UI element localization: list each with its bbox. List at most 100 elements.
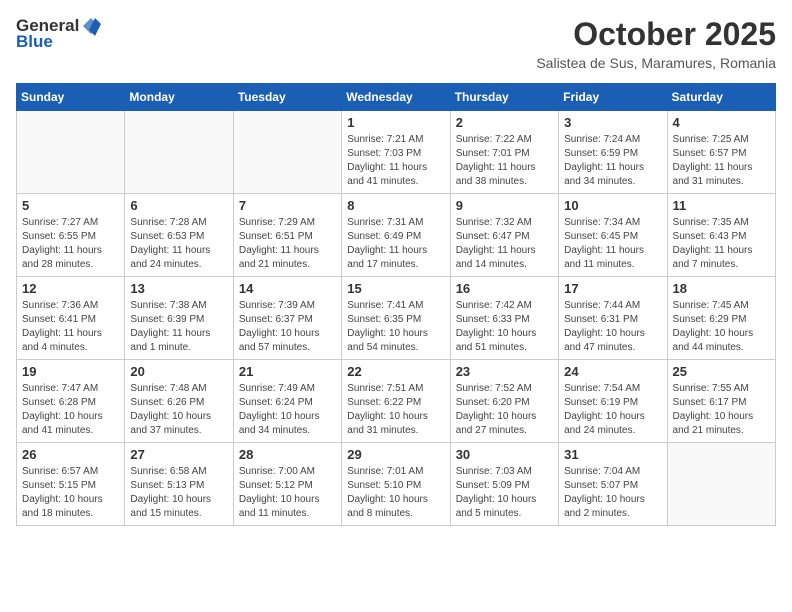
day-number: 28: [239, 447, 336, 462]
calendar-week-row: 26Sunrise: 6:57 AM Sunset: 5:15 PM Dayli…: [17, 443, 776, 526]
calendar-week-row: 5 Sunrise: 7:27 AM Sunset: 6:55 PM Daylig…: [17, 194, 776, 277]
day-number: 16: [456, 281, 553, 296]
day-info: Sunrise: 7:32 AM Sunset: 6:47 PM Dayligh…: [456, 216, 553, 272]
calendar-cell: 2 Sunrise: 7:22 AM Sunset: 7:01 PM Daylig…: [450, 111, 558, 194]
day-info: Sunrise: 7:49 AM Sunset: 6:24 PM Dayligh…: [239, 382, 336, 438]
day-number: 5: [22, 198, 119, 213]
calendar-table: SundayMondayTuesdayWednesdayThursdayFrid…: [16, 83, 776, 526]
calendar-cell: 13 Sunrise: 7:38 AM Sunset: 6:39 PM Dayli…: [125, 277, 233, 360]
logo-icon: [81, 16, 101, 36]
day-info: Sunrise: 7:00 AM Sunset: 5:12 PM Dayligh…: [239, 465, 336, 521]
day-info: Sunrise: 7:44 AM Sunset: 6:31 PM Dayligh…: [564, 299, 661, 355]
day-info: Sunrise: 7:03 AM Sunset: 5:09 PM Dayligh…: [456, 465, 553, 521]
weekday-header-tuesday: Tuesday: [233, 84, 341, 111]
calendar-cell: 29 Sunrise: 7:01 AM Sunset: 5:10 PM Dayli…: [342, 443, 450, 526]
logo-blue-text: Blue: [16, 32, 53, 52]
day-number: 31: [564, 447, 661, 462]
day-info: Sunrise: 7:54 AM Sunset: 6:19 PM Dayligh…: [564, 382, 661, 438]
calendar-cell: 7 Sunrise: 7:29 AM Sunset: 6:51 PM Daylig…: [233, 194, 341, 277]
calendar-cell: 5 Sunrise: 7:27 AM Sunset: 6:55 PM Daylig…: [17, 194, 125, 277]
calendar-cell: 24 Sunrise: 7:54 AM Sunset: 6:19 PM Dayli…: [559, 360, 667, 443]
day-number: 23: [456, 364, 553, 379]
calendar-cell: 8 Sunrise: 7:31 AM Sunset: 6:49 PM Daylig…: [342, 194, 450, 277]
calendar-week-row: 12 Sunrise: 7:36 AM Sunset: 6:41 PM Dayli…: [17, 277, 776, 360]
calendar-cell: 25 Sunrise: 7:55 AM Sunset: 6:17 PM Dayli…: [667, 360, 775, 443]
calendar-cell: [667, 443, 775, 526]
day-info: Sunrise: 7:39 AM Sunset: 6:37 PM Dayligh…: [239, 299, 336, 355]
day-number: 8: [347, 198, 444, 213]
day-number: 29: [347, 447, 444, 462]
day-number: 22: [347, 364, 444, 379]
calendar-cell: 23Sunrise: 7:52 AM Sunset: 6:20 PM Dayli…: [450, 360, 558, 443]
day-number: 7: [239, 198, 336, 213]
weekday-header-monday: Monday: [125, 84, 233, 111]
calendar-cell: 4 Sunrise: 7:25 AM Sunset: 6:57 PM Daylig…: [667, 111, 775, 194]
day-number: 21: [239, 364, 336, 379]
calendar-cell: 9Sunrise: 7:32 AM Sunset: 6:47 PM Daylig…: [450, 194, 558, 277]
calendar-cell: 14 Sunrise: 7:39 AM Sunset: 6:37 PM Dayli…: [233, 277, 341, 360]
day-number: 12: [22, 281, 119, 296]
calendar-cell: 26Sunrise: 6:57 AM Sunset: 5:15 PM Dayli…: [17, 443, 125, 526]
calendar-cell: 1 Sunrise: 7:21 AM Sunset: 7:03 PM Daylig…: [342, 111, 450, 194]
day-number: 20: [130, 364, 227, 379]
day-info: Sunrise: 7:29 AM Sunset: 6:51 PM Dayligh…: [239, 216, 336, 272]
day-info: Sunrise: 7:45 AM Sunset: 6:29 PM Dayligh…: [673, 299, 770, 355]
day-number: 26: [22, 447, 119, 462]
weekday-header-thursday: Thursday: [450, 84, 558, 111]
day-info: Sunrise: 7:36 AM Sunset: 6:41 PM Dayligh…: [22, 299, 119, 355]
day-number: 10: [564, 198, 661, 213]
day-info: Sunrise: 7:35 AM Sunset: 6:43 PM Dayligh…: [673, 216, 770, 272]
day-number: 14: [239, 281, 336, 296]
calendar-cell: 19 Sunrise: 7:47 AM Sunset: 6:28 PM Dayli…: [17, 360, 125, 443]
day-number: 15: [347, 281, 444, 296]
calendar-cell: 22 Sunrise: 7:51 AM Sunset: 6:22 PM Dayli…: [342, 360, 450, 443]
logo: General Blue: [16, 16, 101, 52]
day-number: 30: [456, 447, 553, 462]
day-number: 17: [564, 281, 661, 296]
title-area: October 2025 Salistea de Sus, Maramures,…: [536, 16, 776, 71]
day-number: 2: [456, 115, 553, 130]
calendar-cell: 10 Sunrise: 7:34 AM Sunset: 6:45 PM Dayli…: [559, 194, 667, 277]
day-info: Sunrise: 7:24 AM Sunset: 6:59 PM Dayligh…: [564, 133, 661, 189]
day-info: Sunrise: 7:42 AM Sunset: 6:33 PM Dayligh…: [456, 299, 553, 355]
day-info: Sunrise: 7:55 AM Sunset: 6:17 PM Dayligh…: [673, 382, 770, 438]
day-number: 18: [673, 281, 770, 296]
calendar-cell: 27Sunrise: 6:58 AM Sunset: 5:13 PM Dayli…: [125, 443, 233, 526]
day-number: 1: [347, 115, 444, 130]
calendar-week-row: 1 Sunrise: 7:21 AM Sunset: 7:03 PM Daylig…: [17, 111, 776, 194]
day-info: Sunrise: 7:01 AM Sunset: 5:10 PM Dayligh…: [347, 465, 444, 521]
day-number: 4: [673, 115, 770, 130]
day-info: Sunrise: 7:38 AM Sunset: 6:39 PM Dayligh…: [130, 299, 227, 355]
calendar-cell: 17 Sunrise: 7:44 AM Sunset: 6:31 PM Dayli…: [559, 277, 667, 360]
calendar-cell: 31 Sunrise: 7:04 AM Sunset: 5:07 PM Dayli…: [559, 443, 667, 526]
day-number: 25: [673, 364, 770, 379]
calendar-cell: 3 Sunrise: 7:24 AM Sunset: 6:59 PM Daylig…: [559, 111, 667, 194]
day-info: Sunrise: 7:04 AM Sunset: 5:07 PM Dayligh…: [564, 465, 661, 521]
day-info: Sunrise: 7:22 AM Sunset: 7:01 PM Dayligh…: [456, 133, 553, 189]
weekday-header-friday: Friday: [559, 84, 667, 111]
month-title: October 2025: [536, 16, 776, 53]
day-info: Sunrise: 7:47 AM Sunset: 6:28 PM Dayligh…: [22, 382, 119, 438]
calendar-cell: 18 Sunrise: 7:45 AM Sunset: 6:29 PM Dayli…: [667, 277, 775, 360]
day-number: 3: [564, 115, 661, 130]
day-info: Sunrise: 7:51 AM Sunset: 6:22 PM Dayligh…: [347, 382, 444, 438]
calendar-cell: 28 Sunrise: 7:00 AM Sunset: 5:12 PM Dayli…: [233, 443, 341, 526]
weekday-header-row: SundayMondayTuesdayWednesdayThursdayFrid…: [17, 84, 776, 111]
calendar-cell: 21 Sunrise: 7:49 AM Sunset: 6:24 PM Dayli…: [233, 360, 341, 443]
day-number: 6: [130, 198, 227, 213]
day-info: Sunrise: 7:21 AM Sunset: 7:03 PM Dayligh…: [347, 133, 444, 189]
calendar-cell: 20Sunrise: 7:48 AM Sunset: 6:26 PM Dayli…: [125, 360, 233, 443]
day-info: Sunrise: 7:41 AM Sunset: 6:35 PM Dayligh…: [347, 299, 444, 355]
day-info: Sunrise: 7:25 AM Sunset: 6:57 PM Dayligh…: [673, 133, 770, 189]
day-info: Sunrise: 7:27 AM Sunset: 6:55 PM Dayligh…: [22, 216, 119, 272]
day-info: Sunrise: 7:31 AM Sunset: 6:49 PM Dayligh…: [347, 216, 444, 272]
day-number: 13: [130, 281, 227, 296]
day-number: 19: [22, 364, 119, 379]
day-number: 11: [673, 198, 770, 213]
day-number: 24: [564, 364, 661, 379]
day-number: 27: [130, 447, 227, 462]
location-subtitle: Salistea de Sus, Maramures, Romania: [536, 55, 776, 71]
page-header: General Blue October 2025 Salistea de Su…: [16, 16, 776, 71]
day-info: Sunrise: 7:34 AM Sunset: 6:45 PM Dayligh…: [564, 216, 661, 272]
calendar-cell: [17, 111, 125, 194]
